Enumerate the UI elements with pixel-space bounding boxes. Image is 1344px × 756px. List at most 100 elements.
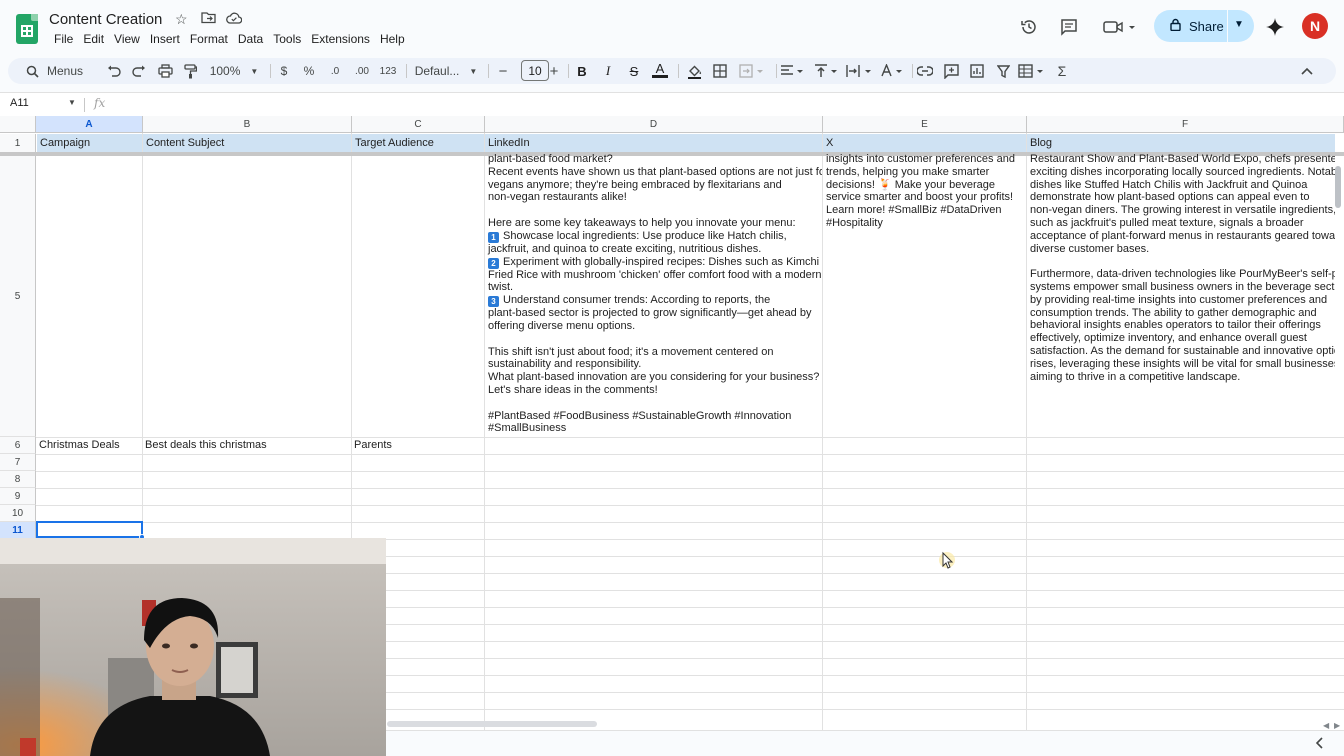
insert-chart-icon[interactable]: [968, 62, 986, 80]
column-header-c[interactable]: C: [352, 116, 485, 133]
scroll-left-icon[interactable]: ◀: [1323, 721, 1329, 730]
row-header-11[interactable]: 11: [0, 522, 36, 539]
collapse-toolbar-icon[interactable]: [1300, 62, 1314, 80]
paint-format-icon[interactable]: [182, 62, 198, 80]
fill-color-icon[interactable]: [686, 62, 702, 80]
row-header-10[interactable]: 10: [0, 505, 36, 522]
menu-data[interactable]: Data: [233, 31, 268, 47]
column-header-d[interactable]: D: [485, 116, 823, 133]
header-target-audience[interactable]: Target Audience: [352, 134, 484, 153]
blog-line: Furthermore, data-driven technologies li…: [1030, 268, 1335, 281]
row-header-9[interactable]: 9: [0, 488, 36, 505]
column-header-f[interactable]: F: [1027, 116, 1344, 133]
cell-f5-blog-post[interactable]: Restaurant Show and Plant-Based World Ex…: [1027, 153, 1335, 437]
linkedin-line: sustainability and responsibility.: [488, 358, 642, 371]
cloud-saved-icon[interactable]: [226, 11, 243, 27]
vertical-scrollbar[interactable]: [1335, 166, 1341, 208]
number-format-button[interactable]: 123: [378, 62, 398, 80]
move-folder-icon[interactable]: [201, 11, 216, 27]
star-icon[interactable]: ☆: [175, 11, 188, 28]
linkedin-line-text: Showcase local ingredients: Use produce …: [503, 229, 787, 242]
merge-cells-icon[interactable]: [738, 62, 766, 80]
bold-button[interactable]: B: [576, 62, 588, 80]
share-button[interactable]: Share ▼: [1154, 10, 1254, 42]
search-icon: [26, 65, 39, 78]
percent-format-button[interactable]: %: [303, 62, 315, 80]
gemini-sparkle-icon[interactable]: [1264, 16, 1286, 38]
grid-line: [36, 471, 1344, 472]
header-content-subject[interactable]: Content Subject: [143, 134, 351, 153]
header-linkedin[interactable]: LinkedIn: [485, 134, 822, 153]
print-icon[interactable]: [156, 62, 174, 80]
row-header-8[interactable]: 8: [0, 471, 36, 488]
undo-icon[interactable]: [106, 62, 122, 80]
decrease-decimal-button[interactable]: .0: [326, 62, 344, 80]
row-header-7[interactable]: 7: [0, 454, 36, 471]
row-header-5[interactable]: 5: [0, 156, 36, 437]
menu-help[interactable]: Help: [375, 31, 410, 47]
menu-insert[interactable]: Insert: [145, 31, 185, 47]
share-divider: [1227, 10, 1228, 42]
filter-icon[interactable]: [994, 62, 1012, 80]
cell-d5-linkedin-post[interactable]: plant-based food market? Recent events h…: [485, 153, 822, 437]
side-panel-toggle-icon[interactable]: [1315, 737, 1324, 752]
linkedin-line: vegans anymore; they're being embraced b…: [488, 178, 782, 191]
increase-decimal-button[interactable]: .00: [352, 62, 372, 80]
cell-c6-audience[interactable]: Parents: [351, 439, 484, 452]
name-box-dropdown-icon[interactable]: ▼: [68, 98, 76, 107]
redo-icon[interactable]: [131, 62, 147, 80]
select-all-corner[interactable]: [0, 116, 36, 133]
menu-file[interactable]: File: [49, 31, 78, 47]
cell-e5-x-post[interactable]: insights into customer preferences and t…: [823, 153, 1026, 437]
font-size-increase-button[interactable]: +: [548, 62, 560, 80]
name-box[interactable]: A11: [10, 97, 29, 109]
search-menus[interactable]: Menus: [26, 62, 90, 80]
horizontal-align-icon[interactable]: [780, 62, 806, 80]
italic-button[interactable]: I: [602, 62, 614, 80]
strikethrough-button[interactable]: S: [628, 62, 640, 80]
document-title[interactable]: Content Creation: [49, 11, 162, 28]
vertical-align-icon[interactable]: [814, 62, 840, 80]
scroll-right-icon[interactable]: ▶: [1334, 721, 1340, 730]
insert-link-icon[interactable]: [916, 62, 934, 80]
zoom-select[interactable]: 100% ▼: [208, 62, 260, 80]
user-avatar[interactable]: N: [1302, 13, 1328, 39]
selected-cell-a11[interactable]: [36, 521, 143, 538]
row-header-6[interactable]: 6: [0, 437, 36, 454]
header-x[interactable]: X: [823, 134, 1026, 153]
insert-comment-icon[interactable]: [942, 62, 960, 80]
version-history-icon[interactable]: [1018, 16, 1040, 38]
functions-icon[interactable]: Σ: [1054, 62, 1070, 80]
font-size-decrease-button[interactable]: −: [497, 62, 509, 80]
menu-view[interactable]: View: [109, 31, 145, 47]
text-wrapping-icon[interactable]: [846, 62, 874, 80]
header-blog[interactable]: Blog: [1027, 134, 1335, 153]
menu-tools[interactable]: Tools: [268, 31, 306, 47]
sheets-logo-icon[interactable]: [16, 14, 38, 44]
text-color-button[interactable]: A: [652, 61, 668, 78]
font-family-select[interactable]: Defaul... ▼: [414, 62, 478, 80]
comments-icon[interactable]: [1058, 16, 1080, 38]
linkedin-line: What plant-based innovation are you cons…: [488, 371, 820, 384]
column-header-b[interactable]: B: [143, 116, 352, 133]
blog-line: [1030, 255, 1332, 268]
column-header-e[interactable]: E: [823, 116, 1027, 133]
meet-call-icon[interactable]: [1102, 16, 1138, 38]
row-header-1[interactable]: 1: [0, 134, 36, 153]
text-rotation-icon[interactable]: [880, 62, 906, 80]
header-campaign[interactable]: Campaign: [37, 134, 142, 153]
menu-format[interactable]: Format: [185, 31, 233, 47]
menu-edit[interactable]: Edit: [78, 31, 109, 47]
cell-b6-subject[interactable]: Best deals this christmas: [142, 439, 351, 452]
horizontal-scrollbar[interactable]: [387, 721, 597, 727]
share-dropdown-icon[interactable]: ▼: [1234, 19, 1244, 30]
grid-line: [386, 658, 1344, 659]
cell-a6-campaign[interactable]: Christmas Deals: [36, 439, 142, 452]
font-size-input[interactable]: 10: [521, 60, 549, 81]
borders-icon[interactable]: [712, 62, 728, 80]
filter-views-icon[interactable]: [1018, 62, 1046, 80]
menu-extensions[interactable]: Extensions: [306, 31, 375, 47]
currency-format-button[interactable]: $: [278, 62, 290, 80]
blog-line: demonstrate how plant-based options can …: [1030, 191, 1310, 204]
column-header-a[interactable]: A: [36, 116, 143, 133]
